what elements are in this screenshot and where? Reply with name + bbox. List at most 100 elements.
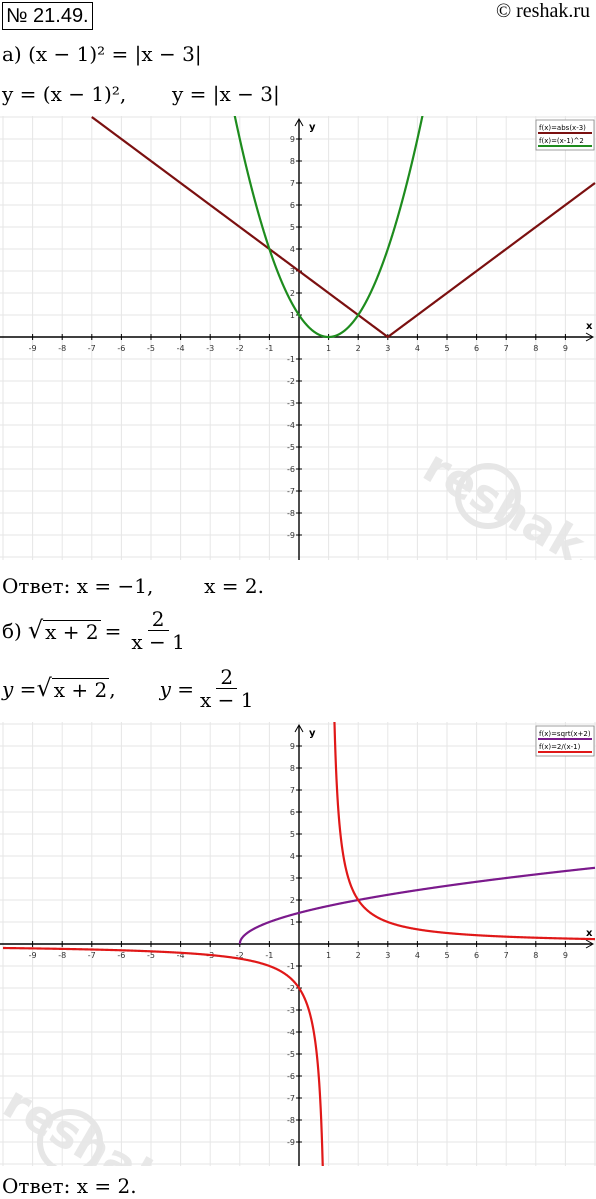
y-tick-label: -1 [287, 355, 295, 364]
x-tick-label: 6 [474, 951, 479, 960]
y-tick-label: -8 [287, 509, 295, 518]
y-tick-label: 6 [290, 201, 295, 210]
x-tick-label: 3 [385, 951, 390, 960]
part-a-equation-line: а) (x − 1)² = |x − 3| [2, 42, 202, 66]
y-tick-label: 9 [290, 135, 295, 144]
y-tick-label: -3 [287, 399, 295, 408]
x-tick-label: -3 [206, 344, 214, 353]
x-tick-label: -7 [88, 951, 96, 960]
legend-entry-label: f(x)=abs(x-3) [539, 124, 586, 132]
y-tick-label: 2 [290, 896, 295, 905]
y-tick-label: 8 [290, 764, 295, 773]
radical-sign-icon: √ [36, 674, 52, 702]
y-tick-label: 5 [290, 223, 295, 232]
x-tick-label: -8 [58, 344, 66, 353]
part-b-answer: x = 2. [76, 1174, 137, 1198]
y-tick-label: -7 [287, 1094, 295, 1103]
x-tick-label: 7 [504, 951, 509, 960]
part-a-function-1: y = (x − 1)², [2, 82, 127, 106]
chart-a: reshak.ru x y -9 -8 -7 -6 -5 -4 -3 -2 -1 1 2 3 4 5 6 7 8 9 -9… [0, 116, 596, 560]
y-tick-label: -1 [287, 962, 295, 971]
part-a-equation: (x − 1)² = |x − 3| [28, 42, 202, 66]
x-tick-label: 1 [326, 951, 331, 960]
part-b-sqrt-radicand: x + 2 [43, 620, 101, 644]
x-tick-label: -9 [29, 951, 37, 960]
problem-number: № 21.49. [2, 2, 93, 30]
y-tick-label: 2 [290, 289, 295, 298]
part-b-answer-label: Ответ: [2, 1174, 71, 1198]
y-tick-label: 5 [290, 830, 295, 839]
y-tick-label: 7 [290, 786, 295, 795]
y-tick-label: -7 [287, 487, 295, 496]
y-tick-label: -6 [287, 1072, 295, 1081]
y-tick-label: -4 [287, 421, 295, 430]
part-a-answer: x = −1, x = 2. [76, 574, 265, 598]
y-tick-label: 4 [290, 245, 295, 254]
x-tick-label: -6 [117, 344, 125, 353]
y-tick-label: -2 [287, 984, 295, 993]
x-tick-label: 2 [356, 344, 361, 353]
x-axis-label: x [586, 321, 593, 332]
part-b-func1-sqrt: √ x + 2 [36, 674, 110, 702]
radical-sign-icon: √ [27, 616, 44, 644]
x-tick-label: -4 [177, 344, 185, 353]
watermark: reshak.ru [415, 439, 596, 560]
x-tick-label: 3 [385, 344, 390, 353]
x-tick-label: -1 [265, 344, 273, 353]
x-tick-label: -5 [147, 344, 155, 353]
part-b-fraction-denominator: x − 1 [131, 630, 185, 654]
y-tick-label: -5 [287, 1050, 295, 1059]
legend: f(x)=sqrt(x+2) f(x)=2/(x-1) [535, 725, 595, 757]
y-tick-label: 7 [290, 179, 295, 188]
part-a-answer-line: Ответ: x = −1, x = 2. [2, 574, 264, 598]
legend-entry-label: f(x)=(x-1)^2 [539, 137, 584, 145]
part-b-functions-line: y = √ x + 2 , y = 2 x − 1 [2, 666, 260, 711]
y-tick-label: -4 [287, 1028, 295, 1037]
part-a-answer-label: Ответ: [2, 574, 71, 598]
x-tick-label: 1 [326, 344, 331, 353]
x-tick-label: -8 [58, 951, 66, 960]
part-b-equation-line: б) √ x + 2 = 2 x − 1 [2, 608, 191, 653]
y-tick-label: -6 [287, 465, 295, 474]
x-tick-label: 9 [563, 344, 568, 353]
x-tick-label: 6 [474, 344, 479, 353]
part-b-fraction-numerator: 2 [147, 608, 169, 631]
y-tick-label: 9 [290, 742, 295, 751]
x-tick-label: -1 [265, 951, 273, 960]
x-tick-label: 4 [415, 951, 420, 960]
x-tick-label: 5 [444, 951, 449, 960]
y-tick-label: 3 [290, 874, 295, 883]
x-tick-label: 9 [563, 951, 568, 960]
part-b-func2-denominator: x − 1 [200, 688, 254, 712]
y-tick-label: -3 [287, 1006, 295, 1015]
part-b-label: б) [2, 618, 22, 643]
chart-b: reshak.ruxy-9-8-7-6-5-4-3-2-1123456789-9… [0, 722, 596, 1166]
x-tick-label: 8 [533, 344, 538, 353]
part-b-sqrt: √ x + 2 [28, 618, 101, 643]
x-tick-label: -6 [117, 951, 125, 960]
x-axis-label: x [586, 928, 593, 939]
part-b-func2-fraction: 2 x − 1 [196, 666, 257, 711]
x-tick-label: 5 [444, 344, 449, 353]
y-tick-label: 8 [290, 157, 295, 166]
y-axis-label: y [309, 728, 316, 739]
y-axis-label: y [309, 122, 316, 133]
y-tick-label: -9 [287, 531, 295, 540]
part-b-answer-line: Ответ: x = 2. [2, 1174, 137, 1198]
y-tick-label: -5 [287, 443, 295, 452]
x-tick-label: 2 [356, 951, 361, 960]
legend-entry-label: f(x)=sqrt(x+2) [539, 730, 591, 738]
y-tick-label: 6 [290, 808, 295, 817]
part-a-label: а) [2, 42, 22, 66]
y-tick-label: -2 [287, 377, 295, 386]
y-tick-label: -9 [287, 1138, 295, 1147]
x-tick-label: -2 [236, 344, 244, 353]
x-tick-label: 7 [504, 344, 509, 353]
legend-entry-label: f(x)=2/(x-1) [539, 743, 581, 751]
part-a-function-2: y = |x − 3| [172, 82, 280, 106]
y-tick-label: -8 [287, 1116, 295, 1125]
watermark-text: reshak.ru [415, 439, 596, 560]
y-tick-label: 4 [290, 852, 295, 861]
x-tick-label: 8 [533, 951, 538, 960]
site-label: © reshak.ru [495, 0, 590, 22]
